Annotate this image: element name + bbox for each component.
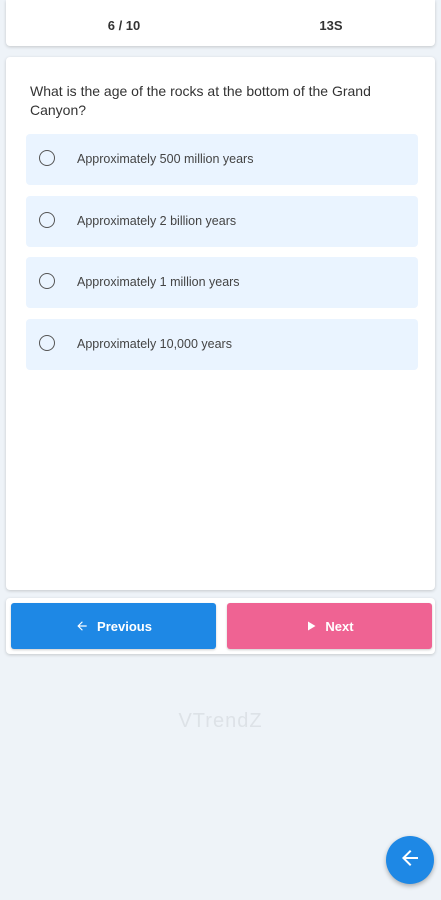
navigation-bar: Previous Next: [6, 598, 435, 654]
brand-watermark: VTrendZ: [178, 710, 263, 732]
quiz-header: 6 / 10 13S: [6, 0, 435, 46]
answer-option-label: Approximately 500 million years: [77, 152, 254, 166]
radio-button[interactable]: [39, 273, 55, 289]
question-progress: 6 / 10: [107, 18, 141, 33]
play-icon: [305, 620, 317, 632]
question-text: What is the age of the rocks at the bott…: [30, 83, 371, 118]
next-button[interactable]: Next: [227, 603, 432, 649]
answer-option-label: Approximately 2 billion years: [77, 214, 237, 228]
answer-option-label: Approximately 1 million years: [77, 275, 240, 289]
back-fab-button[interactable]: [386, 836, 434, 884]
countdown-timer: 13S: [319, 18, 343, 33]
answer-option-1[interactable]: Approximately 500 million years: [26, 134, 418, 185]
next-button-label: Next: [325, 618, 354, 634]
arrow-left-icon: [398, 846, 422, 875]
previous-button-label: Previous: [97, 618, 152, 634]
radio-button[interactable]: [39, 150, 55, 166]
arrow-left-icon: [75, 619, 89, 633]
answer-option-2[interactable]: Approximately 2 billion years: [26, 196, 418, 247]
radio-button[interactable]: [39, 212, 55, 228]
answer-option-label: Approximately 10,000 years: [77, 337, 232, 351]
answer-option-3[interactable]: Approximately 1 million years: [26, 257, 418, 308]
previous-button[interactable]: Previous: [11, 603, 216, 649]
radio-button[interactable]: [39, 335, 55, 351]
answer-option-4[interactable]: Approximately 10,000 years: [26, 319, 418, 370]
question-card: What is the age of the rocks at the bott…: [6, 57, 435, 590]
